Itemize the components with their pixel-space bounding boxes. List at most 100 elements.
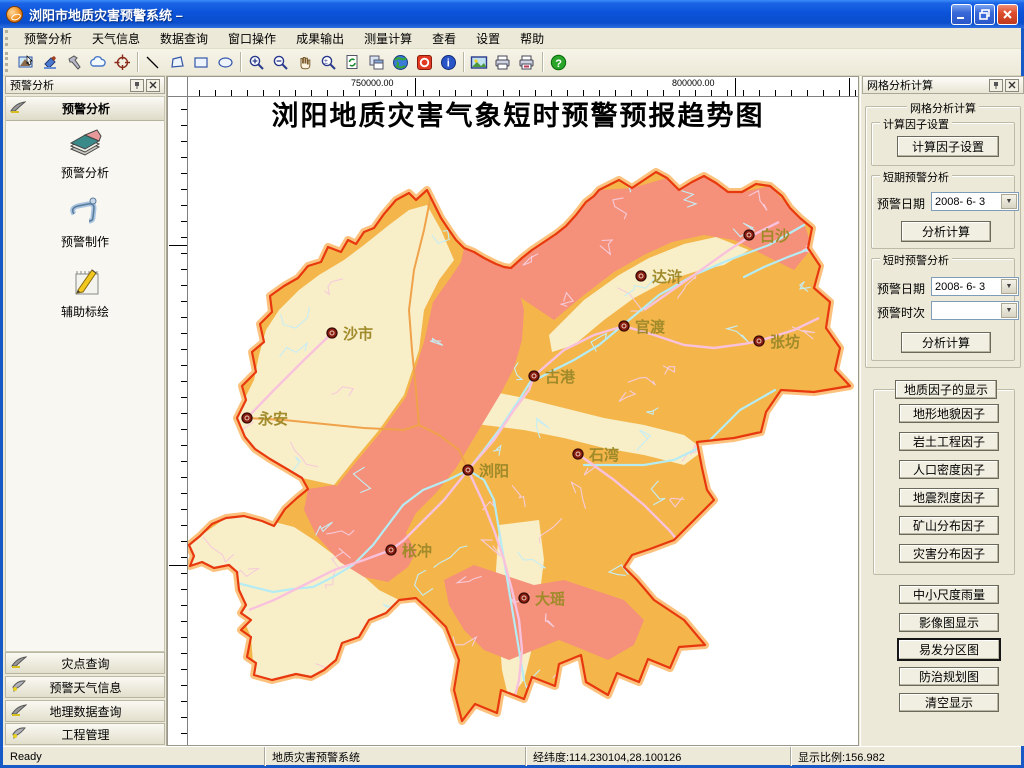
status-display-scale: 显示比例:156.982 [790, 747, 1009, 766]
geotech-factor-button[interactable]: 岩土工程因子 [899, 432, 999, 451]
toolbar-button-paint[interactable] [38, 51, 62, 74]
mine-factor-button[interactable]: 矿山分布因子 [899, 516, 999, 535]
factor-display-title-button[interactable]: 地质因子的显示 [895, 380, 997, 399]
ruler-y-label: 3150000.00 [168, 253, 170, 303]
menu-help[interactable]: 帮助 [510, 28, 554, 49]
chevron-down-icon[interactable]: ▼ [1001, 194, 1017, 209]
nowcast-date-combo[interactable]: 2008- 6- 3 ▼ [931, 277, 1019, 296]
close-button[interactable] [997, 4, 1018, 25]
prevention-plan-button[interactable]: 防治规划图 [899, 667, 999, 686]
restore-button[interactable] [974, 4, 995, 25]
minimize-button[interactable] [951, 4, 972, 25]
toolbar-grip[interactable] [5, 52, 10, 73]
toolbar-button-zoom-extent[interactable]: ± [316, 51, 340, 74]
menu-measure[interactable]: 测量计算 [354, 28, 422, 49]
menu-data-query[interactable]: 数据查询 [150, 28, 218, 49]
clear-display-button[interactable]: 清空显示 [899, 693, 999, 712]
chevron-down-icon[interactable]: ▼ [1001, 279, 1017, 294]
tool-label: 辅助标绘 [6, 303, 164, 320]
bar-label: 工程管理 [33, 726, 138, 743]
ruler-corner [168, 77, 188, 97]
toolbar-button-polygon[interactable] [165, 51, 189, 74]
menu-grip[interactable] [5, 30, 10, 46]
city-label: 永安 [257, 410, 288, 428]
chevron-down-icon[interactable]: ▼ [1001, 303, 1017, 318]
status-system-name: 地质灾害预警系统 [264, 747, 525, 766]
tool-warning-production[interactable]: 预警制作 [6, 194, 164, 250]
left-panel-close-button[interactable] [146, 79, 160, 92]
toolbar-button-refresh[interactable] [340, 51, 364, 74]
right-panel: 网格分析计算 网格分析计算 计算因子设置 计算因子设置 短期预警分析 预警日期 … [860, 76, 1024, 746]
imagery-display-button[interactable]: 影像图显示 [899, 613, 999, 632]
city-label: 浏阳 [479, 462, 509, 480]
locate-icon [114, 54, 131, 71]
ellipse-icon [217, 54, 234, 71]
tool-warning-analysis[interactable]: 预警分析 [6, 127, 164, 181]
menu-settings[interactable]: 设置 [466, 28, 510, 49]
toolbar-button-globe[interactable] [388, 51, 412, 74]
toolbar-button-pan[interactable] [292, 51, 316, 74]
toolbar-button-ellipse[interactable] [213, 51, 237, 74]
restore-icon [979, 9, 990, 20]
menu-weather-info[interactable]: 天气信息 [82, 28, 150, 49]
menu-output[interactable]: 成果输出 [286, 28, 354, 49]
factor-settings-button[interactable]: 计算因子设置 [897, 136, 999, 157]
tool-label: 预警分析 [6, 164, 164, 181]
bar-geo-data-query[interactable]: 地理数据查询 [5, 700, 165, 722]
application-window: 浏阳市地质灾害预警系统 – 预警分析 天气信息 数据查询 窗口操作 成果输出 测… [0, 0, 1024, 768]
close-icon [1002, 9, 1013, 20]
toolbar-button-image[interactable] [467, 51, 491, 74]
seismic-factor-button[interactable]: 地震烈度因子 [899, 488, 999, 507]
bar-project-management[interactable]: 工程管理 [5, 723, 165, 745]
right-panel-close-button[interactable] [1005, 79, 1019, 92]
short-term-date-combo[interactable]: 2008- 6- 3 ▼ [931, 192, 1019, 211]
app-logo-icon [6, 6, 23, 23]
toolbar-button-info[interactable]: i [436, 51, 460, 74]
susceptibility-zoning-button[interactable]: 易发分区图 [897, 638, 1001, 661]
group-label: 计算因子设置 [880, 116, 952, 132]
toolbar-button-print[interactable] [491, 51, 515, 74]
pin-icon [133, 81, 141, 90]
toolbar-button-rectangle[interactable] [189, 51, 213, 74]
nowcast-time-combo[interactable]: ▼ [931, 301, 1019, 320]
city-label: 官渡 [635, 318, 666, 336]
population-factor-button[interactable]: 人口密度因子 [899, 460, 999, 479]
group-label: 短时预警分析 [880, 252, 952, 268]
toolbar-button-line[interactable] [141, 51, 165, 74]
tool-label: 预警制作 [6, 233, 164, 250]
terrain-factor-button[interactable]: 地形地貌因子 [899, 404, 999, 423]
disaster-factor-button[interactable]: 灾害分布因子 [899, 544, 999, 563]
menu-warning-analysis[interactable]: 预警分析 [14, 28, 82, 49]
svg-text:?: ? [555, 57, 562, 69]
dove-icon [11, 726, 27, 742]
map-canvas[interactable]: 浏阳地质灾害气象短时预警预报趋势图 [188, 97, 858, 745]
menu-view[interactable]: 查看 [422, 28, 466, 49]
toolbar-button-map-select[interactable] [14, 51, 38, 74]
info-icon: i [440, 54, 457, 71]
toolbar-button-stop[interactable] [412, 51, 436, 74]
right-panel-pin-button[interactable] [989, 79, 1003, 92]
short-term-analyze-button[interactable]: 分析计算 [901, 221, 991, 242]
toolbar-button-zoom-out[interactable] [268, 51, 292, 74]
toolbar-button-layers[interactable] [364, 51, 388, 74]
close-icon [149, 81, 157, 89]
rainfall-scale-button[interactable]: 中小尺度雨量 [899, 585, 999, 604]
tool-auxiliary-plotting[interactable]: 辅助标绘 [6, 264, 164, 320]
left-panel-pin-button[interactable] [130, 79, 144, 92]
toolbar-button-zoom-in[interactable] [244, 51, 268, 74]
status-ready: Ready [3, 747, 264, 766]
section-warning-analysis[interactable]: 预警分析 [6, 97, 164, 121]
toolbar-button-hammer[interactable] [62, 51, 86, 74]
right-panel-header: 网格分析计算 [862, 76, 1024, 94]
menu-window-ops[interactable]: 窗口操作 [218, 28, 286, 49]
toolbar-button-locate[interactable] [110, 51, 134, 74]
nowcast-analyze-button[interactable]: 分析计算 [901, 332, 991, 353]
paint-icon [42, 54, 59, 71]
pencil-notepad-icon [68, 264, 102, 301]
toolbar-separator [463, 52, 464, 72]
bar-disaster-point-query[interactable]: 灾点查询 [5, 652, 165, 674]
toolbar-button-help[interactable]: ? [546, 51, 570, 74]
bar-warning-weather-info[interactable]: 预警天气信息 [5, 676, 165, 698]
toolbar-button-print-setup[interactable] [515, 51, 539, 74]
toolbar-button-cloud[interactable] [86, 51, 110, 74]
